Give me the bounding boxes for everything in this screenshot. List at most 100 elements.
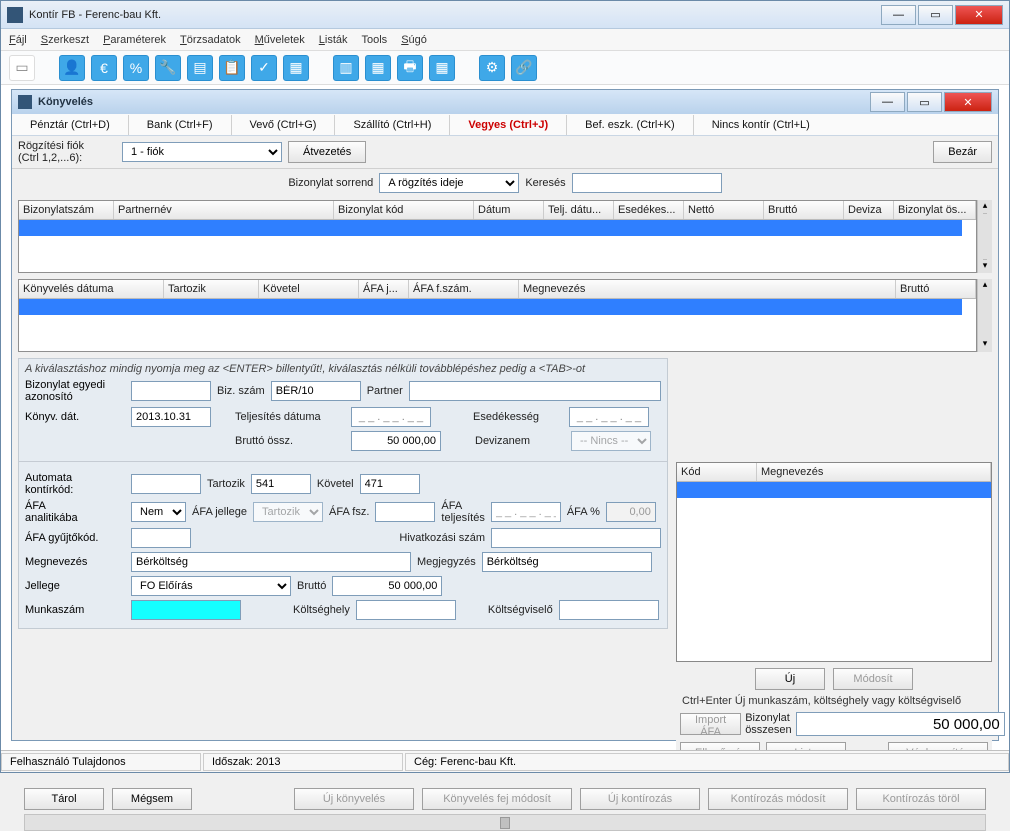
inner-window-icon xyxy=(18,95,32,109)
toolbar-print-icon[interactable]: 🖶 xyxy=(397,55,423,81)
toolbar-doc-icon[interactable]: ▤ xyxy=(187,55,213,81)
lookup-edit-button[interactable]: Módosít xyxy=(833,668,913,690)
partner-input[interactable] xyxy=(409,381,661,401)
lookup-hint: Ctrl+Enter Új munkaszám, költséghely vag… xyxy=(676,692,992,710)
megn-input[interactable] xyxy=(131,552,411,572)
menu-lists[interactable]: Listák xyxy=(319,34,348,46)
toolbar-chart-icon[interactable]: ▥ xyxy=(333,55,359,81)
megj-input[interactable] xyxy=(482,552,652,572)
uj-konyveles-button[interactable]: Új könyvelés xyxy=(294,788,414,810)
toolbar-gear-icon[interactable]: ⚙ xyxy=(479,55,505,81)
grid2-selected-row[interactable] xyxy=(19,299,962,315)
telj-input[interactable] xyxy=(351,407,431,427)
afa-pct-input xyxy=(606,502,656,522)
app-icon xyxy=(7,7,23,23)
menu-file[interactable]: FFájlájl xyxy=(9,34,27,46)
hiv-input[interactable] xyxy=(491,528,661,548)
tab-asset[interactable]: Bef. eszk. (Ctrl+K) xyxy=(585,119,675,131)
maximize-button[interactable]: ▭ xyxy=(918,5,953,25)
minimize-button[interactable]: — xyxy=(881,5,916,25)
tab-mixed[interactable]: Vegyes (Ctrl+J) xyxy=(468,119,548,131)
inner-maximize-button[interactable]: ▭ xyxy=(907,92,942,112)
tab-nocontir[interactable]: Nincs kontír (Ctrl+L) xyxy=(712,119,810,131)
esed-input[interactable] xyxy=(569,407,649,427)
toolbar-check-icon[interactable]: ✓ xyxy=(251,55,277,81)
fej-modosit-button[interactable]: Könyvelés fej módosít xyxy=(422,788,572,810)
kontir-torol-button[interactable]: Kontírozás töröl xyxy=(856,788,986,810)
uj-kontirozas-button[interactable]: Új kontírozás xyxy=(580,788,700,810)
sort-select[interactable]: A rögzítés ideje xyxy=(379,173,519,193)
toolbar-wrench-icon[interactable]: 🔧 xyxy=(155,55,181,81)
tarol-button[interactable]: Tárol xyxy=(24,788,104,810)
close-inner-button[interactable]: Bezár xyxy=(933,141,992,163)
inner-close-button[interactable]: ✕ xyxy=(944,92,992,112)
toolbar-table-icon[interactable]: ▦ xyxy=(365,55,391,81)
brutto2-input[interactable] xyxy=(332,576,442,596)
biz-azon-label: Bizonylat egyedi azonosító xyxy=(25,379,125,403)
inner-minimize-button[interactable]: — xyxy=(870,92,905,112)
konyv-dat-input[interactable] xyxy=(131,407,211,427)
biz-azon-input[interactable] xyxy=(131,381,211,401)
koltseghely-input[interactable] xyxy=(356,600,456,620)
fixfolder-select[interactable]: 1 - fiók xyxy=(122,142,282,162)
toolbar-clipboard-icon[interactable]: 📋 xyxy=(219,55,245,81)
megn-label: Megnevezés xyxy=(25,556,125,568)
menu-master[interactable]: Törzsadatok xyxy=(180,34,241,46)
biz-szam-input[interactable] xyxy=(271,381,361,401)
menu-edit[interactable]: Szerkeszt xyxy=(41,34,89,46)
search-input[interactable] xyxy=(572,173,722,193)
toolbar-user-icon[interactable]: 👤 xyxy=(59,55,85,81)
koltsegviselo-input[interactable] xyxy=(559,600,659,620)
grid1-selected-row[interactable] xyxy=(19,220,962,236)
horizontal-scrollbar[interactable] xyxy=(24,814,986,831)
afa-gyujto-input xyxy=(131,528,191,548)
tab-bank[interactable]: Bank (Ctrl+F) xyxy=(147,119,213,131)
lookup-new-button[interactable]: Új xyxy=(755,668,825,690)
kontir-modosit-button[interactable]: Kontírozás módosít xyxy=(708,788,848,810)
toolbar-calc-icon[interactable]: ▦ xyxy=(283,55,309,81)
brutto-input[interactable] xyxy=(351,431,441,451)
import-afa-button[interactable]: Import ÁFA xyxy=(680,713,741,735)
munkaszam-input[interactable] xyxy=(131,600,241,620)
grid2-scrollbar[interactable]: ▴▾ xyxy=(977,279,992,352)
kovetel-input[interactable] xyxy=(360,474,420,494)
lookup-col-code: Kód xyxy=(677,463,757,481)
menu-tools[interactable]: Tools xyxy=(362,34,388,46)
inner-window-title: Könyvelés xyxy=(38,96,870,108)
tab-cash[interactable]: Pénztár (Ctrl+D) xyxy=(30,119,110,131)
afa-anal-select[interactable]: Nem xyxy=(131,502,186,522)
lookup-selected-row[interactable] xyxy=(677,482,991,498)
toolbar-blank-icon[interactable]: ▭ xyxy=(9,55,35,81)
grid1-body[interactable] xyxy=(19,220,976,272)
sort-label: Bizonylat sorrend xyxy=(288,177,373,189)
toolbar-euro-icon[interactable]: € xyxy=(91,55,117,81)
close-button[interactable]: ✕ xyxy=(955,5,1003,25)
tab-supplier[interactable]: Szállító (Ctrl+H) xyxy=(353,119,431,131)
search-label: Keresés xyxy=(525,177,565,189)
transfer-button[interactable]: Átvezetés xyxy=(288,141,366,163)
jellege-select[interactable]: FO Előírás xyxy=(131,576,291,596)
koltsegviselo-label: Költségviselő xyxy=(488,604,553,616)
menu-help[interactable]: Súgó xyxy=(401,34,427,46)
biz-ossz-label: Bizonylat összesen xyxy=(745,712,791,736)
biz-ossz-value xyxy=(796,712,1005,736)
deviza-select: -- Nincs -- xyxy=(571,431,651,451)
menu-params[interactable]: Paraméterek xyxy=(103,34,166,46)
tartozik-input[interactable] xyxy=(251,474,311,494)
status-user: Felhasználó Tulajdonos xyxy=(1,753,201,771)
ledger-tabs: Pénztár (Ctrl+D) Bank (Ctrl+F) Vevő (Ctr… xyxy=(12,114,998,136)
grid1-scrollbar[interactable]: ▴▾ xyxy=(977,200,992,273)
grid2-body[interactable] xyxy=(19,299,976,351)
biz-szam-label: Biz. szám xyxy=(217,385,265,397)
afa-pct-label: ÁFA % xyxy=(567,506,600,518)
partner-label: Partner xyxy=(367,385,403,397)
toolbar-link-icon[interactable]: 🔗 xyxy=(511,55,537,81)
status-bar: Felhasználó Tulajdonos Időszak: 2013 Cég… xyxy=(1,750,1009,772)
tab-customer[interactable]: Vevő (Ctrl+G) xyxy=(250,119,317,131)
toolbar-grid-icon[interactable]: ▦ xyxy=(429,55,455,81)
afa-gyujto-label: ÁFA gyűjtőkód. xyxy=(25,532,125,544)
megsem-button[interactable]: Mégsem xyxy=(112,788,192,810)
auto-input[interactable] xyxy=(131,474,201,494)
toolbar-percent-icon[interactable]: % xyxy=(123,55,149,81)
menu-ops[interactable]: Műveletek xyxy=(255,34,305,46)
